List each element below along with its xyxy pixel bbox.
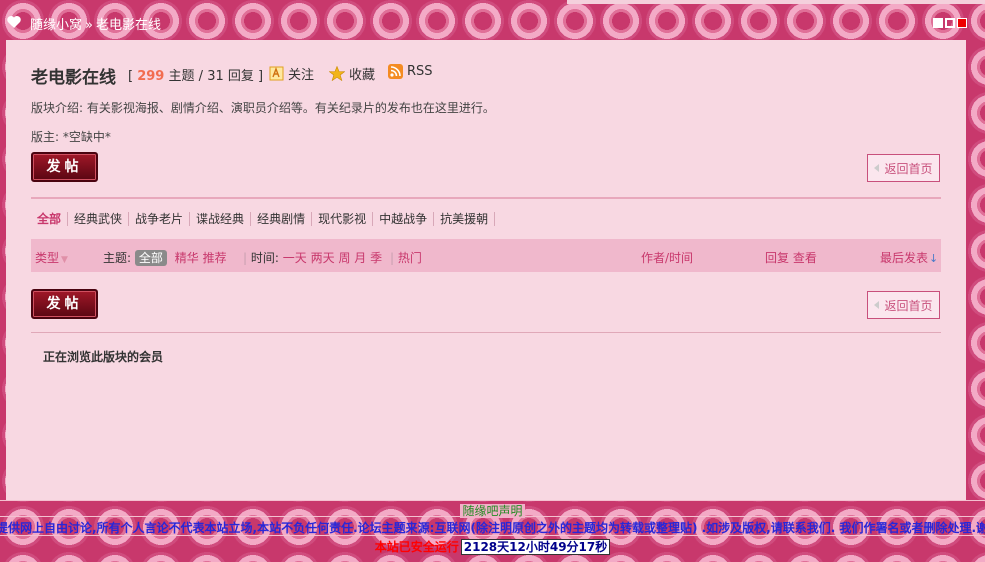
breadcrumb-separator: » bbox=[85, 18, 93, 33]
breadcrumb-current[interactable]: 老电影在线 bbox=[96, 18, 161, 33]
author-time-link[interactable]: 作者/时间 bbox=[641, 251, 693, 265]
stats-divider: / bbox=[198, 69, 204, 84]
reply-view-header: 回复 查看 bbox=[765, 249, 817, 266]
thread-label: 主题 bbox=[168, 69, 195, 84]
window-buttons bbox=[931, 17, 967, 31]
time-month-link[interactable]: 月 bbox=[354, 251, 366, 265]
divider-line bbox=[31, 332, 941, 333]
topic-filter-label: 主题: bbox=[103, 251, 132, 265]
reply-count: 31 bbox=[207, 69, 224, 84]
stats-open-bracket: [ bbox=[128, 69, 134, 84]
forum-panel: 老电影在线 [ 299 主题 / 31 回复 ] 关注 收藏 RSS 版块介绍:… bbox=[6, 40, 966, 500]
back-home-button-top[interactable]: 返回首页 bbox=[867, 154, 940, 182]
back-home-label: 返回首页 bbox=[884, 161, 933, 176]
uptime-value: 2128天12小时49分17秒 bbox=[460, 539, 611, 555]
topic-filter: 主题: 全部 精华 推荐 bbox=[103, 249, 227, 266]
time-quarter-link[interactable]: 季 bbox=[370, 251, 382, 265]
browsing-members-title: 正在浏览此版块的会员 bbox=[43, 350, 164, 364]
close-square-icon[interactable] bbox=[957, 18, 967, 28]
back-arrow-icon bbox=[874, 301, 880, 309]
topic-recommend-link[interactable]: 推荐 bbox=[203, 251, 227, 265]
topic-digest-link[interactable]: 精华 bbox=[175, 251, 199, 265]
stats-close-bracket: ] bbox=[258, 69, 264, 84]
time-filter: | 时间: 一天 两天 周 月 季 | 热门 bbox=[243, 249, 422, 266]
follow-icon bbox=[269, 66, 284, 81]
dropdown-arrow-icon: ▼ bbox=[61, 255, 68, 265]
top-bar: 随缘小窝» 老电影在线 bbox=[0, 0, 985, 44]
back-home-label: 返回首页 bbox=[884, 298, 933, 313]
type-filter-label: 类型 bbox=[35, 251, 60, 265]
breadcrumb: 随缘小窝» 老电影在线 bbox=[30, 14, 161, 33]
reply-label: 回复 bbox=[227, 69, 254, 84]
author-time-header: 作者/时间 bbox=[641, 249, 693, 266]
sort-down-arrow-icon[interactable]: ↓ bbox=[929, 252, 938, 265]
star-icon bbox=[329, 66, 345, 81]
top-accent-line bbox=[567, 0, 985, 4]
forum-title[interactable]: 老电影在线 bbox=[31, 63, 116, 88]
back-arrow-icon bbox=[874, 164, 880, 172]
rss-label: RSS bbox=[407, 64, 433, 79]
footer: 随缘吧声明 提供网上自由讨论,所有个人言论不代表本站立场,本站不负任何责任.论坛… bbox=[0, 500, 985, 562]
forum-moderators: 版主: *空缺中* bbox=[31, 130, 111, 144]
thread-count: 299 bbox=[137, 69, 165, 84]
tab-modern-film[interactable]: 现代影视 bbox=[312, 212, 374, 226]
maximize-square-icon[interactable] bbox=[945, 18, 955, 28]
footer-line bbox=[0, 500, 985, 501]
thread-filter-bar: 类型 ▼ 主题: 全部 精华 推荐 | 时间: 一天 两天 周 月 季 | 热门 … bbox=[31, 239, 941, 272]
topic-all-button[interactable]: 全部 bbox=[134, 250, 167, 266]
tab-spy-classics[interactable]: 谍战经典 bbox=[190, 212, 252, 226]
footer-line bbox=[0, 535, 985, 536]
filter-separator: | bbox=[243, 251, 248, 265]
footer-heading: 随缘吧声明 bbox=[0, 502, 985, 519]
follow-button[interactable]: 关注 bbox=[269, 64, 314, 83]
site-uptime: 本站已安全运行 2128天12小时49分17秒 bbox=[0, 538, 985, 555]
time-week-link[interactable]: 周 bbox=[338, 251, 350, 265]
type-filter-dropdown[interactable]: 类型 ▼ bbox=[35, 249, 68, 266]
footer-declaration: 提供网上自由讨论,所有个人言论不代表本站立场,本站不负任何责任.论坛主题来源:互… bbox=[0, 521, 985, 535]
new-post-button-bottom[interactable]: 发帖 bbox=[31, 289, 98, 319]
tab-classic-wuxia[interactable]: 经典武侠 bbox=[68, 212, 130, 226]
footer-heading-text: 随缘吧声明 bbox=[460, 504, 525, 518]
heart-icon bbox=[7, 16, 21, 28]
favorite-label: 收藏 bbox=[349, 68, 376, 83]
back-home-button-bottom[interactable]: 返回首页 bbox=[867, 291, 940, 319]
tab-sino-vietnamese-war[interactable]: 中越战争 bbox=[373, 212, 435, 226]
minimize-square-icon[interactable] bbox=[933, 18, 943, 28]
last-post-header: 最后发表↓ bbox=[880, 249, 938, 266]
new-post-button-top[interactable]: 发帖 bbox=[31, 152, 98, 182]
uptime-label: 本站已安全运行 bbox=[374, 540, 459, 554]
time-two-days-link[interactable]: 两天 bbox=[311, 251, 335, 265]
tab-war-films[interactable]: 战争老片 bbox=[129, 212, 191, 226]
favorite-button[interactable]: 收藏 bbox=[329, 64, 375, 83]
time-filter-label: 时间: bbox=[250, 251, 279, 265]
breadcrumb-home-link[interactable]: 随缘小窝 bbox=[30, 18, 82, 33]
follow-label: 关注 bbox=[288, 68, 315, 83]
tab-korean-war[interactable]: 抗美援朝 bbox=[434, 212, 496, 226]
rss-icon bbox=[388, 64, 403, 79]
divider-line bbox=[31, 197, 941, 199]
forum-stats: [ 299 主题 / 31 回复 ] bbox=[128, 65, 263, 84]
tab-all[interactable]: 全部 bbox=[31, 212, 69, 226]
hot-link[interactable]: 热门 bbox=[398, 251, 422, 265]
tab-classic-drama[interactable]: 经典剧情 bbox=[251, 212, 313, 226]
filter-separator: | bbox=[389, 251, 395, 265]
forum-description: 版块介绍: 有关影视海报、剧情介绍、演职员介绍等。有关纪录片的发布也在这里进行。 bbox=[31, 101, 495, 115]
category-tabs: 全部 经典武侠 战争老片 谍战经典 经典剧情 现代影视 中越战争 抗美援朝 bbox=[31, 212, 496, 226]
last-post-link[interactable]: 最后发表 bbox=[880, 251, 928, 265]
time-one-day-link[interactable]: 一天 bbox=[283, 251, 307, 265]
rss-button[interactable]: RSS bbox=[388, 64, 433, 79]
reply-view-link[interactable]: 回复 查看 bbox=[765, 251, 817, 265]
